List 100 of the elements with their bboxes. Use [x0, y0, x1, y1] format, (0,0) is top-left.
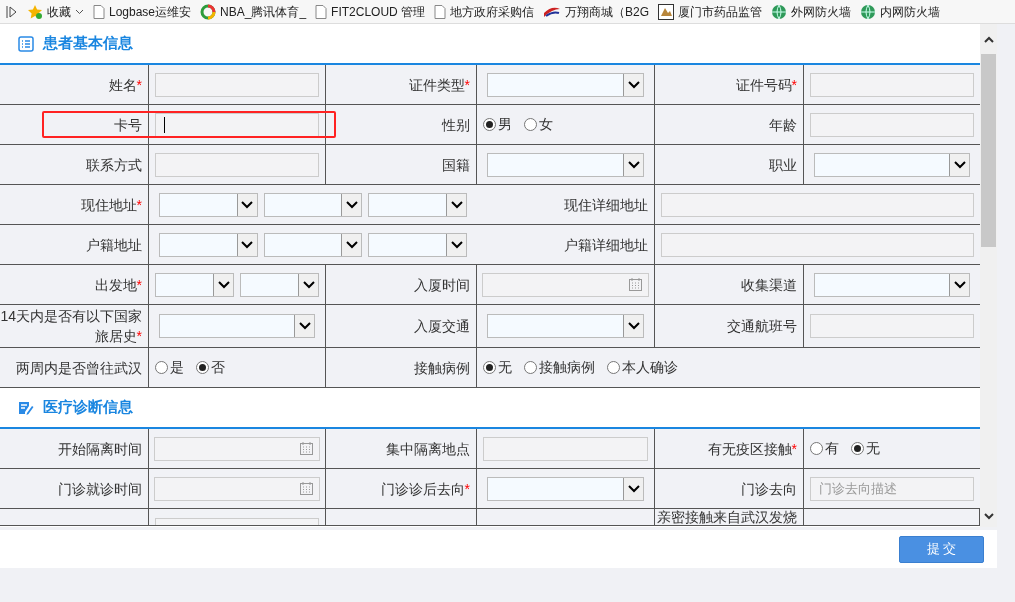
bookmark-item[interactable]: 内网防火墙	[860, 2, 941, 21]
calendar-icon	[629, 278, 642, 291]
dropdown[interactable]	[814, 152, 970, 177]
chevron-down-icon	[241, 200, 254, 209]
ring-logo-icon	[200, 3, 217, 20]
dropdown[interactable]	[240, 272, 319, 297]
radio-button[interactable]	[524, 361, 537, 374]
radio-option[interactable]: 女	[524, 114, 553, 135]
bookmark-item[interactable]: 地方政府采购信	[434, 2, 535, 21]
text-field[interactable]	[661, 232, 974, 257]
chevron-down-icon	[450, 240, 463, 249]
dropdown[interactable]	[368, 232, 467, 257]
chevron-down-icon	[298, 322, 311, 330]
bookmark-item[interactable]: FIT2CLOUD 管理	[315, 2, 426, 21]
chevron-down-icon	[627, 322, 640, 330]
field-label: 门诊去向	[741, 479, 797, 499]
star-icon	[27, 3, 43, 20]
field-label: 开始隔离时间	[58, 439, 142, 459]
field-label: 门诊诊后去向*	[380, 479, 470, 499]
field-label: 证件类型*	[408, 75, 470, 95]
calendar-icon	[300, 442, 313, 455]
dropdown[interactable]	[263, 192, 363, 217]
chevron-down-icon	[241, 240, 254, 249]
dropdown[interactable]	[159, 192, 258, 217]
field-label: 性别	[442, 115, 470, 135]
radio-button[interactable]	[155, 361, 168, 374]
radio-option[interactable]: 有	[810, 438, 839, 459]
dropdown[interactable]	[263, 232, 363, 257]
field-label: 出发地*	[94, 275, 142, 295]
bookmark-item[interactable]: 外网防火墙	[771, 2, 852, 21]
field-label: 入厦交通	[414, 317, 470, 336]
dropdown[interactable]	[487, 314, 644, 338]
field-label: 亲密接触来自武汉发烧	[657, 509, 797, 525]
field-label: 联系方式	[86, 155, 142, 175]
field-label: 收集渠道	[741, 275, 797, 295]
dropdown[interactable]	[487, 152, 644, 177]
field-label: 年龄	[769, 115, 797, 135]
radio-option[interactable]: 无	[851, 438, 880, 459]
bookmark-item[interactable]: NBA_腾讯体育_	[200, 2, 307, 21]
field-label: 有无疫区接触*	[707, 439, 797, 459]
field-label: 14天内是否有以下国家旅居史*	[0, 307, 142, 346]
calendar-icon	[300, 482, 313, 495]
radio-option[interactable]: 本人确诊	[607, 357, 678, 378]
dropdown[interactable]	[814, 272, 970, 297]
page-icon	[434, 4, 447, 19]
chevron-down-icon	[627, 160, 640, 169]
dropdown[interactable]	[368, 192, 467, 217]
text-field[interactable]	[810, 314, 974, 338]
radio-option[interactable]: 男	[483, 114, 512, 135]
text-field[interactable]	[483, 436, 648, 461]
field-label: 姓名*	[108, 75, 142, 95]
chevron-down-icon	[953, 160, 966, 169]
page-icon	[93, 4, 105, 19]
text-field[interactable]	[155, 72, 319, 97]
dropdown[interactable]	[155, 272, 234, 297]
bookmark-item[interactable]: 厦门市药品监管	[658, 2, 763, 21]
field-label: 入厦时间	[414, 275, 470, 295]
radio-button[interactable]	[483, 361, 496, 374]
radio-option[interactable]: 是	[155, 357, 184, 378]
date-field[interactable]	[154, 436, 320, 461]
dropdown[interactable]	[159, 314, 315, 338]
dropdown[interactable]	[487, 72, 644, 97]
square-logo-icon	[658, 3, 675, 20]
date-field[interactable]	[154, 476, 320, 501]
text-field[interactable]	[661, 192, 974, 217]
dropdown[interactable]	[487, 476, 644, 501]
radio-button[interactable]	[483, 118, 496, 131]
chevron-down-icon	[302, 280, 315, 289]
text-field[interactable]	[810, 72, 974, 97]
text-field[interactable]	[155, 112, 319, 137]
chevron-down-icon	[217, 280, 230, 289]
bookmark-item[interactable]: 万翔商城（B2G	[543, 2, 650, 21]
radio-button[interactable]	[524, 118, 537, 131]
field-label: 户籍详细地址	[564, 235, 648, 255]
field-label: 国籍	[442, 155, 470, 175]
sidebar-toggle-icon[interactable]	[6, 4, 18, 19]
chevron-down-icon	[627, 80, 640, 89]
section-title: 医疗诊断信息	[43, 397, 133, 418]
dropdown[interactable]	[159, 232, 258, 257]
radio-option[interactable]: 接触病例	[524, 357, 595, 378]
field-label: 卡号	[114, 115, 142, 135]
text-field[interactable]	[810, 112, 974, 137]
scrollbar[interactable]	[980, 24, 997, 527]
field-label: 证件号码*	[735, 75, 797, 95]
radio-button[interactable]	[607, 361, 620, 374]
text-field[interactable]	[155, 152, 319, 177]
field-label: 接触病例	[414, 358, 470, 378]
bookmark-item[interactable]: Logbase运维安	[93, 2, 192, 21]
radio-button[interactable]	[851, 442, 864, 455]
radio-option[interactable]: 否	[196, 357, 225, 378]
chevron-down-icon	[953, 280, 966, 289]
radio-option[interactable]: 无	[483, 357, 512, 378]
chevron-down-icon	[345, 240, 358, 249]
field-label: 职业	[769, 155, 797, 175]
field-label: 门诊就诊时间	[58, 479, 142, 499]
favorites-button[interactable]: 收藏	[27, 2, 84, 21]
radio-button[interactable]	[810, 442, 823, 455]
radio-button[interactable]	[196, 361, 209, 374]
date-field[interactable]	[482, 272, 649, 297]
field-label: 交通航班号	[727, 317, 797, 336]
